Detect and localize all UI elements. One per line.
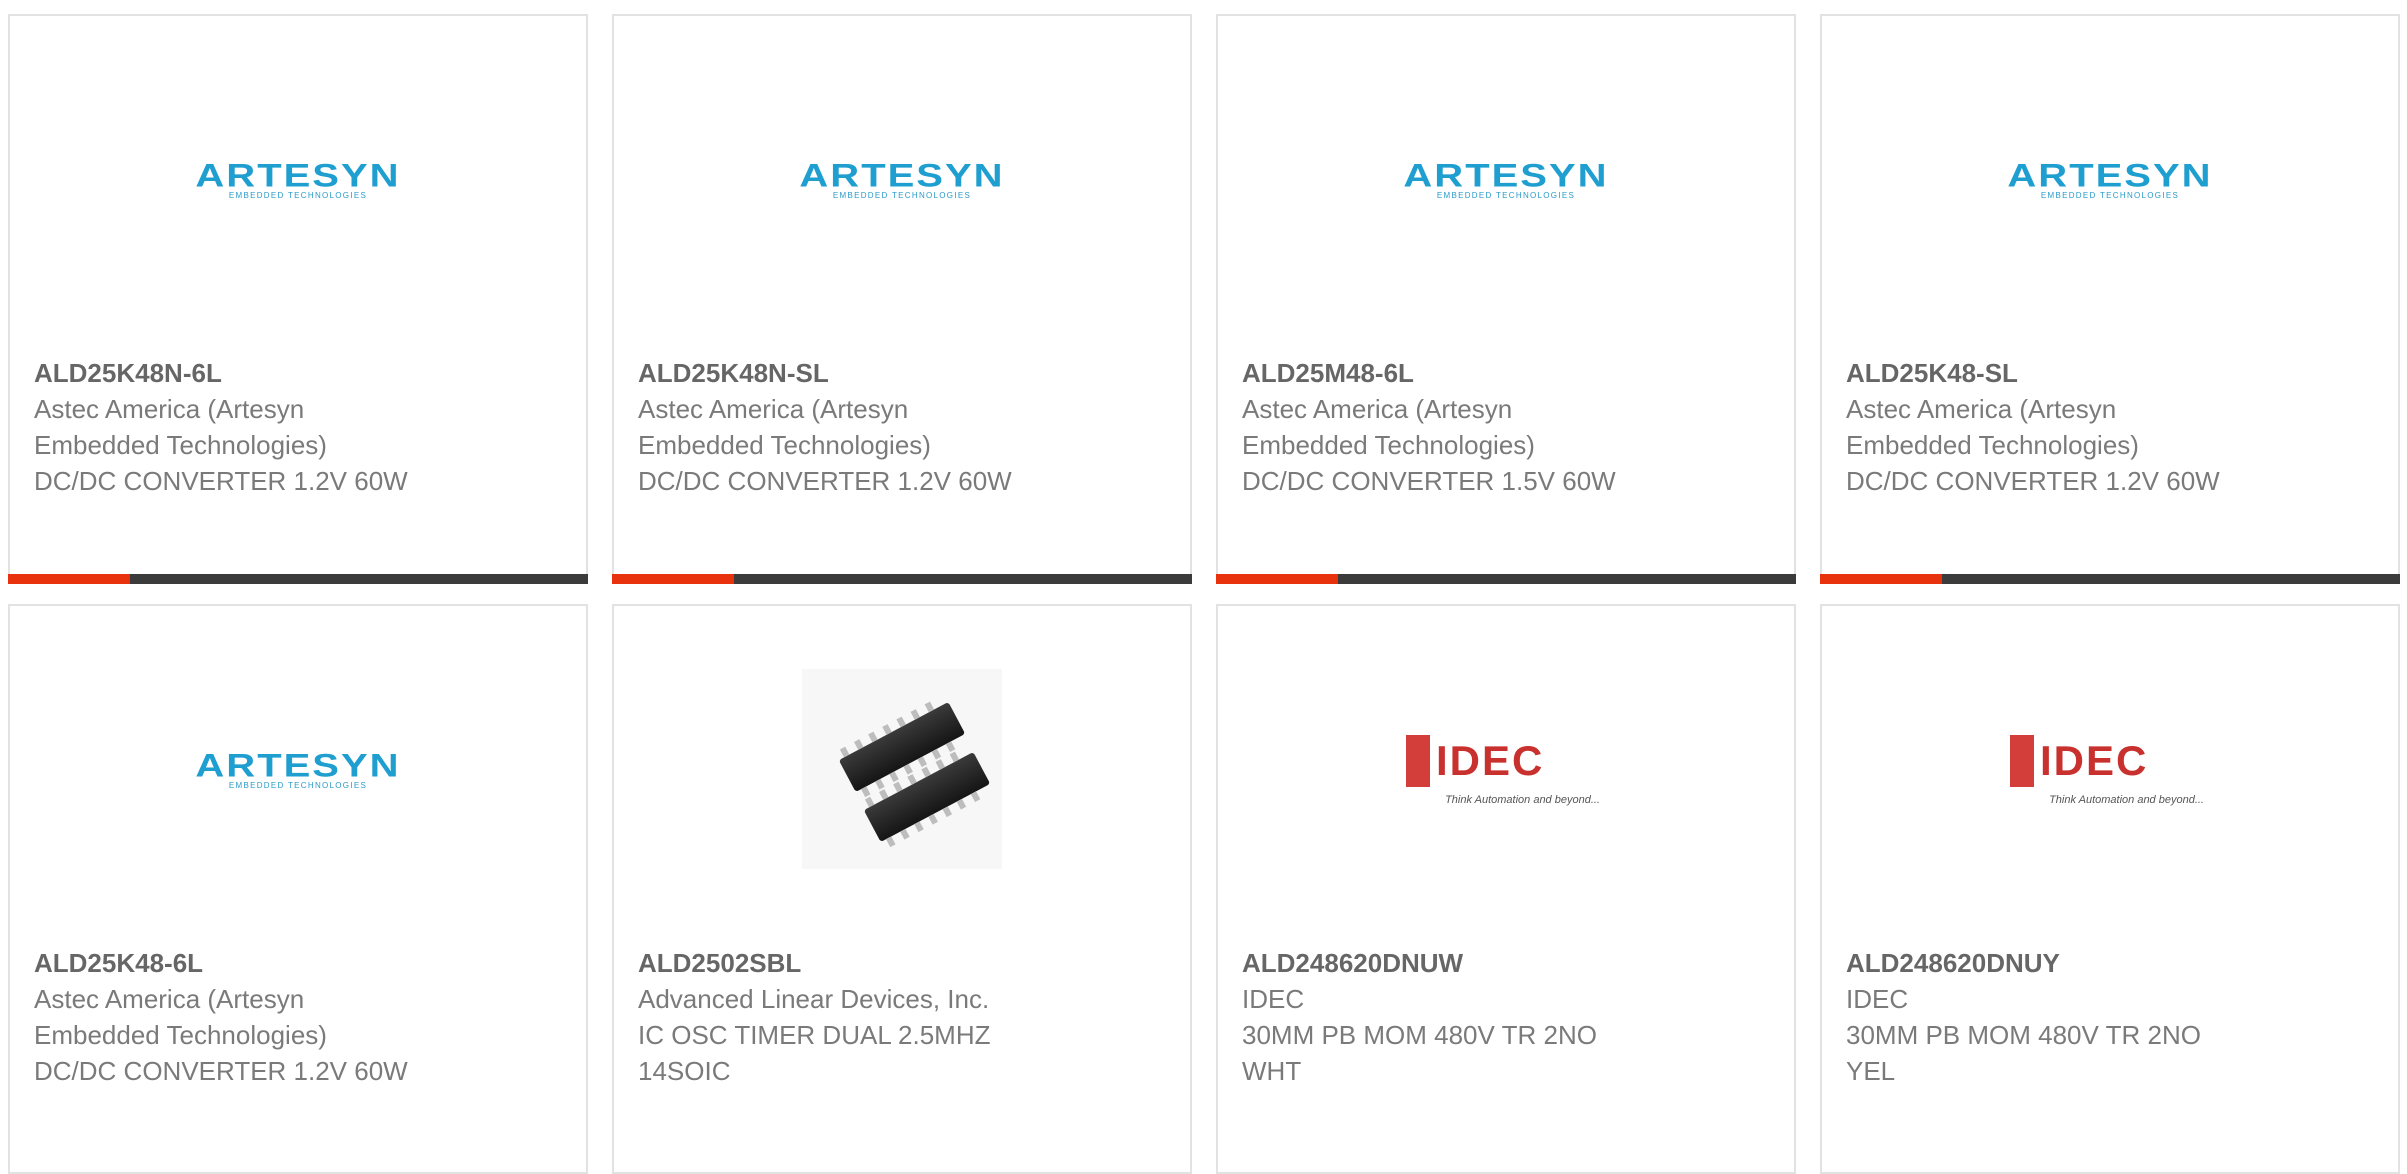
- soic-chip-photo: [802, 669, 1002, 869]
- logo-text: ARTESYN: [195, 747, 401, 784]
- logo-tagline: Think Automation and beyond...: [2049, 794, 2204, 806]
- product-card[interactable]: ARTESYN EMBEDDED TECHNOLOGIES ALD25K48N-…: [612, 14, 1192, 584]
- progress-fill: [612, 574, 734, 584]
- product-image[interactable]: ARTESYN EMBEDDED TECHNOLOGIES: [1822, 74, 2398, 284]
- manufacturer: Astec America (Artesyn Embedded Technolo…: [1242, 394, 1535, 460]
- manufacturer: Astec America (Artesyn Embedded Technolo…: [34, 394, 327, 460]
- product-info: ALD25M48-6L Astec America (Artesyn Embed…: [1242, 355, 1774, 499]
- manufacturer: Astec America (Artesyn Embedded Technolo…: [1846, 394, 2139, 460]
- product-card[interactable]: ARTESYN EMBEDDED TECHNOLOGIES ALD25K48-S…: [1820, 14, 2400, 584]
- artesyn-logo: ARTESYN EMBEDDED TECHNOLOGIES: [799, 157, 1005, 199]
- product-card[interactable]: ARTESYN EMBEDDED TECHNOLOGIES ALD25K48N-…: [8, 14, 588, 584]
- artesyn-logo: ARTESYN EMBEDDED TECHNOLOGIES: [195, 157, 401, 199]
- product-card[interactable]: ARTESYN EMBEDDED TECHNOLOGIES ALD25M48-6…: [1216, 14, 1796, 584]
- description: 30MM PB MOM 480V TR 2NO WHT: [1242, 1020, 1597, 1086]
- idec-logo: IDEC Think Automation and beyond...: [1406, 732, 1606, 806]
- logo-tagline: Think Automation and beyond...: [1445, 794, 1600, 806]
- product-info: ALD2502SBL Advanced Linear Devices, Inc.…: [638, 945, 1170, 1089]
- product-info: ALD25K48-SL Astec America (Artesyn Embed…: [1846, 355, 2378, 499]
- product-image[interactable]: ARTESYN EMBEDDED TECHNOLOGIES: [1218, 74, 1794, 284]
- description: DC/DC CONVERTER 1.2V 60W: [34, 1056, 408, 1086]
- manufacturer: IDEC: [1846, 984, 1909, 1014]
- logo-text: ARTESYN: [1403, 157, 1609, 194]
- description: 30MM PB MOM 480V TR 2NO YEL: [1846, 1020, 2201, 1086]
- chip-icon: [839, 701, 990, 848]
- product-card[interactable]: ALD2502SBL Advanced Linear Devices, Inc.…: [612, 604, 1192, 1174]
- part-number-link[interactable]: ALD25K48-SL: [1846, 355, 2378, 391]
- product-image[interactable]: IDEC Think Automation and beyond...: [1822, 664, 2398, 874]
- description: DC/DC CONVERTER 1.2V 60W: [34, 466, 408, 496]
- product-grid: ARTESYN EMBEDDED TECHNOLOGIES ALD25K48N-…: [8, 14, 2400, 1174]
- progress-fill: [8, 574, 130, 584]
- product-card[interactable]: IDEC Think Automation and beyond... ALD2…: [1820, 604, 2400, 1174]
- logo-text: IDEC: [1436, 737, 1545, 784]
- manufacturer: Astec America (Artesyn Embedded Technolo…: [638, 394, 931, 460]
- product-image[interactable]: [614, 664, 1190, 874]
- progress-bar: [1820, 574, 2400, 584]
- product-info: ALD25K48N-6L Astec America (Artesyn Embe…: [34, 355, 566, 499]
- description: DC/DC CONVERTER 1.2V 60W: [638, 466, 1012, 496]
- product-image[interactable]: ARTESYN EMBEDDED TECHNOLOGIES: [614, 74, 1190, 284]
- description: IC OSC TIMER DUAL 2.5MHZ 14SOIC: [638, 1020, 991, 1086]
- part-number-link[interactable]: ALD248620DNUW: [1242, 945, 1774, 981]
- idec-logo-mark: [2010, 735, 2034, 787]
- logo-text: ARTESYN: [195, 157, 401, 194]
- product-card[interactable]: IDEC Think Automation and beyond... ALD2…: [1216, 604, 1796, 1174]
- progress-bar: [1216, 574, 1796, 584]
- progress-fill: [1820, 574, 1942, 584]
- part-number-link[interactable]: ALD25K48N-SL: [638, 355, 1170, 391]
- product-info: ALD248620DNUW IDEC 30MM PB MOM 480V TR 2…: [1242, 945, 1774, 1089]
- part-number-link[interactable]: ALD25K48N-6L: [34, 355, 566, 391]
- logo-text: IDEC: [2040, 737, 2149, 784]
- logo-text: ARTESYN: [2007, 157, 2213, 194]
- part-number-link[interactable]: ALD25M48-6L: [1242, 355, 1774, 391]
- idec-logo-mark: [1406, 735, 1430, 787]
- part-number-link[interactable]: ALD2502SBL: [638, 945, 1170, 981]
- progress-bar: [612, 574, 1192, 584]
- progress-bar: [8, 574, 588, 584]
- product-image[interactable]: IDEC Think Automation and beyond...: [1218, 664, 1794, 874]
- description: DC/DC CONVERTER 1.2V 60W: [1846, 466, 2220, 496]
- idec-logo: IDEC Think Automation and beyond...: [2010, 732, 2210, 806]
- product-card[interactable]: ARTESYN EMBEDDED TECHNOLOGIES ALD25K48-6…: [8, 604, 588, 1174]
- product-image[interactable]: ARTESYN EMBEDDED TECHNOLOGIES: [10, 664, 586, 874]
- manufacturer: Advanced Linear Devices, Inc.: [638, 984, 990, 1014]
- description: DC/DC CONVERTER 1.5V 60W: [1242, 466, 1616, 496]
- product-info: ALD25K48-6L Astec America (Artesyn Embed…: [34, 945, 566, 1089]
- part-number-link[interactable]: ALD248620DNUY: [1846, 945, 2378, 981]
- artesyn-logo: ARTESYN EMBEDDED TECHNOLOGIES: [2007, 157, 2213, 199]
- artesyn-logo: ARTESYN EMBEDDED TECHNOLOGIES: [1403, 157, 1609, 199]
- part-number-link[interactable]: ALD25K48-6L: [34, 945, 566, 981]
- artesyn-logo: ARTESYN EMBEDDED TECHNOLOGIES: [195, 749, 400, 790]
- progress-fill: [1216, 574, 1338, 584]
- product-image[interactable]: ARTESYN EMBEDDED TECHNOLOGIES: [10, 74, 586, 284]
- product-info: ALD248620DNUY IDEC 30MM PB MOM 480V TR 2…: [1846, 945, 2378, 1089]
- manufacturer: Astec America (Artesyn Embedded Technolo…: [34, 984, 327, 1050]
- manufacturer: IDEC: [1242, 984, 1305, 1014]
- product-info: ALD25K48N-SL Astec America (Artesyn Embe…: [638, 355, 1170, 499]
- logo-text: ARTESYN: [799, 157, 1005, 194]
